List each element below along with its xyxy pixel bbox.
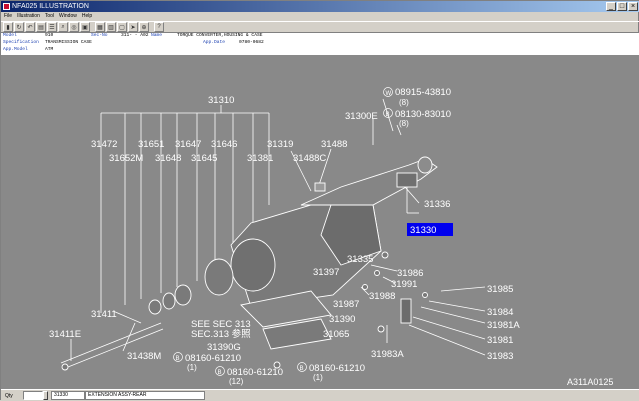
find-icon[interactable]: ◎ [69, 22, 79, 32]
status-bar: Qty 31330 EXTENSION ASSY-REAR [1, 389, 639, 401]
back-icon[interactable]: ↶ [25, 22, 35, 32]
callout-31472[interactable]: 31472 [91, 139, 117, 150]
minimize-button[interactable]: _ [606, 2, 616, 11]
callout-31988[interactable]: 31988 [369, 291, 395, 302]
grid-icon[interactable]: ▦ [95, 22, 105, 32]
qty-input[interactable] [23, 391, 43, 400]
part-description-field: EXTENSION ASSY-REAR [85, 391, 205, 400]
circle-w: W [386, 91, 392, 97]
app-icon [3, 3, 10, 10]
list-icon[interactable]: ☰ [47, 22, 57, 32]
callout-31335[interactable]: 31335 [347, 254, 373, 265]
circle-b-08130: B [386, 112, 390, 118]
model-value: 910 [45, 33, 54, 38]
qty-08160-a: (1) [187, 363, 197, 372]
circle-b-08160c: B [300, 366, 304, 372]
circle-b-08160a: B [176, 356, 180, 362]
callout-31397[interactable]: 31397 [313, 267, 339, 278]
callout-31300e[interactable]: 31300E [345, 111, 378, 122]
qty-08160-b: (12) [229, 377, 244, 386]
callout-31065[interactable]: 31065 [323, 329, 349, 340]
callout-31986[interactable]: 31986 [397, 268, 423, 279]
exploded-parts-diagram: 31310 31472 31651 31647 31646 31319 3148… [49, 87, 613, 387]
callout-31411[interactable]: 31411 [91, 309, 117, 320]
maximize-button[interactable]: □ [617, 2, 627, 11]
menu-tool[interactable]: Tool [45, 12, 54, 21]
figure-number: A311A0125 [567, 377, 613, 387]
callout-31310[interactable]: 31310 [208, 95, 234, 106]
header-info-panel: Model 910 Sec-No 311- - A02 Name TORQUE … [1, 33, 639, 55]
callout-31987[interactable]: 31987 [333, 299, 359, 310]
menu-file[interactable]: File [4, 12, 12, 21]
app-window: NFA025 ILLUSTRATION _ □ × File Illustrat… [0, 0, 639, 401]
spec-label: Specification [3, 40, 39, 45]
callout-31411e[interactable]: 31411E [49, 329, 81, 340]
callout-31991[interactable]: 31991 [391, 279, 417, 290]
qty-label: Qty [5, 393, 13, 399]
appmodel-label: App.Model [3, 47, 28, 52]
callout-31488[interactable]: 31488 [321, 139, 347, 150]
window-title: NFA025 ILLUSTRATION [12, 3, 89, 10]
open-icon[interactable]: ▮ [3, 22, 13, 32]
callout-31648[interactable]: 31648 [155, 153, 181, 164]
callout-31336[interactable]: 31336 [424, 199, 450, 210]
menu-help[interactable]: Help [82, 12, 92, 21]
select-icon[interactable]: ▢ [117, 22, 127, 32]
print-icon[interactable]: ▤ [36, 22, 46, 32]
callout-31390g[interactable]: 31390G [207, 342, 241, 353]
menu-illustration[interactable]: Illustration [17, 12, 40, 21]
illustration-canvas[interactable]: 31310 31472 31651 31647 31646 31319 3148… [1, 55, 639, 389]
zoom-icon[interactable]: ⌕ [58, 22, 68, 32]
arrow-icon[interactable]: ➤ [128, 22, 138, 32]
title-bar: NFA025 ILLUSTRATION _ □ × [1, 1, 639, 12]
qty-08130: (8) [399, 119, 409, 128]
table-icon[interactable]: ▥ [106, 22, 116, 32]
callout-31984[interactable]: 31984 [487, 307, 513, 318]
appmodel-value: ATM [45, 47, 54, 52]
secno-value: 311- - A02 [121, 33, 149, 38]
callout-31488c[interactable]: 31488C [293, 153, 326, 164]
sec-313-ref: SEC.313 参照 [191, 328, 251, 340]
callout-31983a[interactable]: 31983A [371, 349, 404, 360]
circle-b-08160b: B [218, 370, 222, 376]
menu-window[interactable]: Window [59, 12, 77, 21]
callout-31645[interactable]: 31645 [191, 153, 217, 164]
callout-31646[interactable]: 31646 [211, 139, 237, 150]
magnify-icon[interactable]: ⊕ [139, 22, 149, 32]
model-label: Model [3, 33, 17, 38]
callout-31319[interactable]: 31319 [267, 139, 293, 150]
callout-31438m[interactable]: 31438M [127, 351, 161, 362]
appdate-label: App.Date [203, 40, 226, 45]
callout-31983[interactable]: 31983 [487, 351, 513, 362]
secno-label: Sec-No [91, 33, 108, 38]
qty-08915: (8) [399, 98, 409, 107]
callout-31985[interactable]: 31985 [487, 284, 513, 295]
callout-31651[interactable]: 31651 [138, 139, 164, 150]
window-controls: _ □ × [606, 2, 638, 11]
refresh-icon[interactable]: ↻ [14, 22, 24, 32]
part-number-field: 31330 [51, 391, 85, 400]
callout-31652m[interactable]: 31652M [109, 153, 143, 164]
toolbar: ▮ ↻ ↶ ▤ ☰ ⌕ ◎ ▣ ▦ ▥ ▢ ➤ ⊕ ? [1, 21, 639, 33]
qty-08160-c: (1) [313, 373, 323, 382]
appdate-value: 0780-0682 [239, 40, 264, 45]
callout-31381[interactable]: 31381 [247, 153, 273, 164]
help-icon[interactable]: ? [154, 22, 164, 32]
qty-spinner[interactable] [43, 391, 48, 400]
callout-31981a[interactable]: 31981A [487, 320, 520, 331]
callout-31390[interactable]: 31390 [329, 314, 355, 325]
close-button[interactable]: × [628, 2, 638, 11]
callout-31330-selected[interactable]: 31330 [410, 225, 436, 236]
name-label: Name [151, 33, 163, 38]
menu-bar: File Illustration Tool Window Help [1, 12, 639, 21]
callout-31981[interactable]: 31981 [487, 335, 513, 346]
image-icon[interactable]: ▣ [80, 22, 90, 32]
spec-value: TRANSMISSION CASE [45, 40, 92, 45]
callout-08915-43810[interactable]: 08915-43810 [395, 87, 451, 98]
callout-31647[interactable]: 31647 [175, 139, 201, 150]
name-value: TORQUE CONVERTER,HOUSING & CASE [177, 33, 263, 38]
